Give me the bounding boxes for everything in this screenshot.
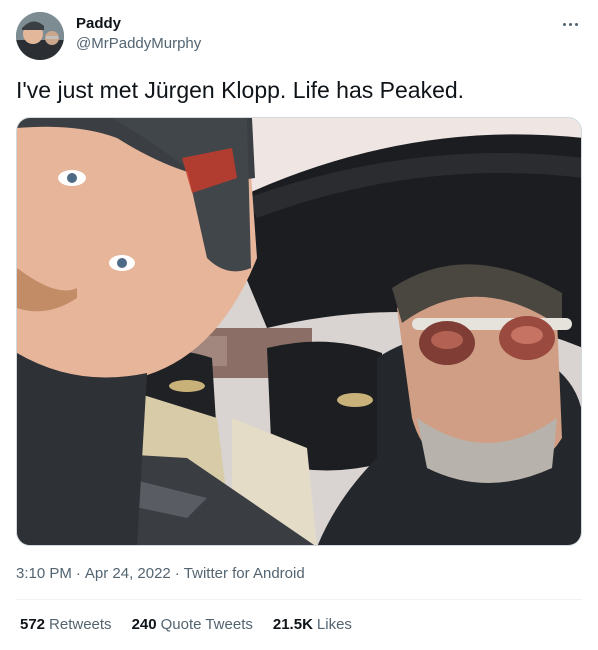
tweet-metadata: 3:10 PM · Apr 24, 2022 · Twitter for Android (16, 564, 305, 584)
more-horizontal-icon[interactable] (560, 14, 580, 34)
retweets-label: Retweets (49, 616, 112, 633)
quote-tweets-count: 240 (131, 616, 157, 633)
likes-label: Likes (316, 616, 352, 633)
tweet-date[interactable]: Apr 24, 2022 (85, 565, 171, 582)
author-info: Paddy @MrPaddyMurphy (76, 14, 201, 54)
divider (16, 599, 582, 600)
tweet-text: I've just met Jürgen Klopp. Life has Pea… (16, 77, 465, 103)
retweets-stat[interactable]: 572 Retweets (20, 615, 112, 635)
tweet-photo[interactable] (16, 117, 582, 546)
likes-stat[interactable]: 21.5K Likes (273, 615, 352, 635)
tweet-time[interactable]: 3:10 PM (16, 565, 72, 582)
display-name[interactable]: Paddy (76, 14, 201, 34)
avatar[interactable] (16, 12, 64, 60)
meta-separator: · (75, 565, 81, 582)
tweet-source[interactable]: Twitter for Android (184, 565, 305, 582)
tweet-card: Paddy @MrPaddyMurphy I've just met Jürge… (0, 0, 598, 650)
quote-tweets-stat[interactable]: 240 Quote Tweets (132, 615, 253, 635)
user-handle[interactable]: @MrPaddyMurphy (76, 34, 201, 54)
quote-tweets-label: Quote Tweets (160, 616, 253, 633)
likes-count: 21.5K (272, 616, 313, 633)
retweets-count: 572 (20, 616, 46, 633)
meta-separator: · (174, 565, 180, 582)
tweet-stats: 572 Retweets 240 Quote Tweets 21.5K Likes (20, 615, 372, 635)
